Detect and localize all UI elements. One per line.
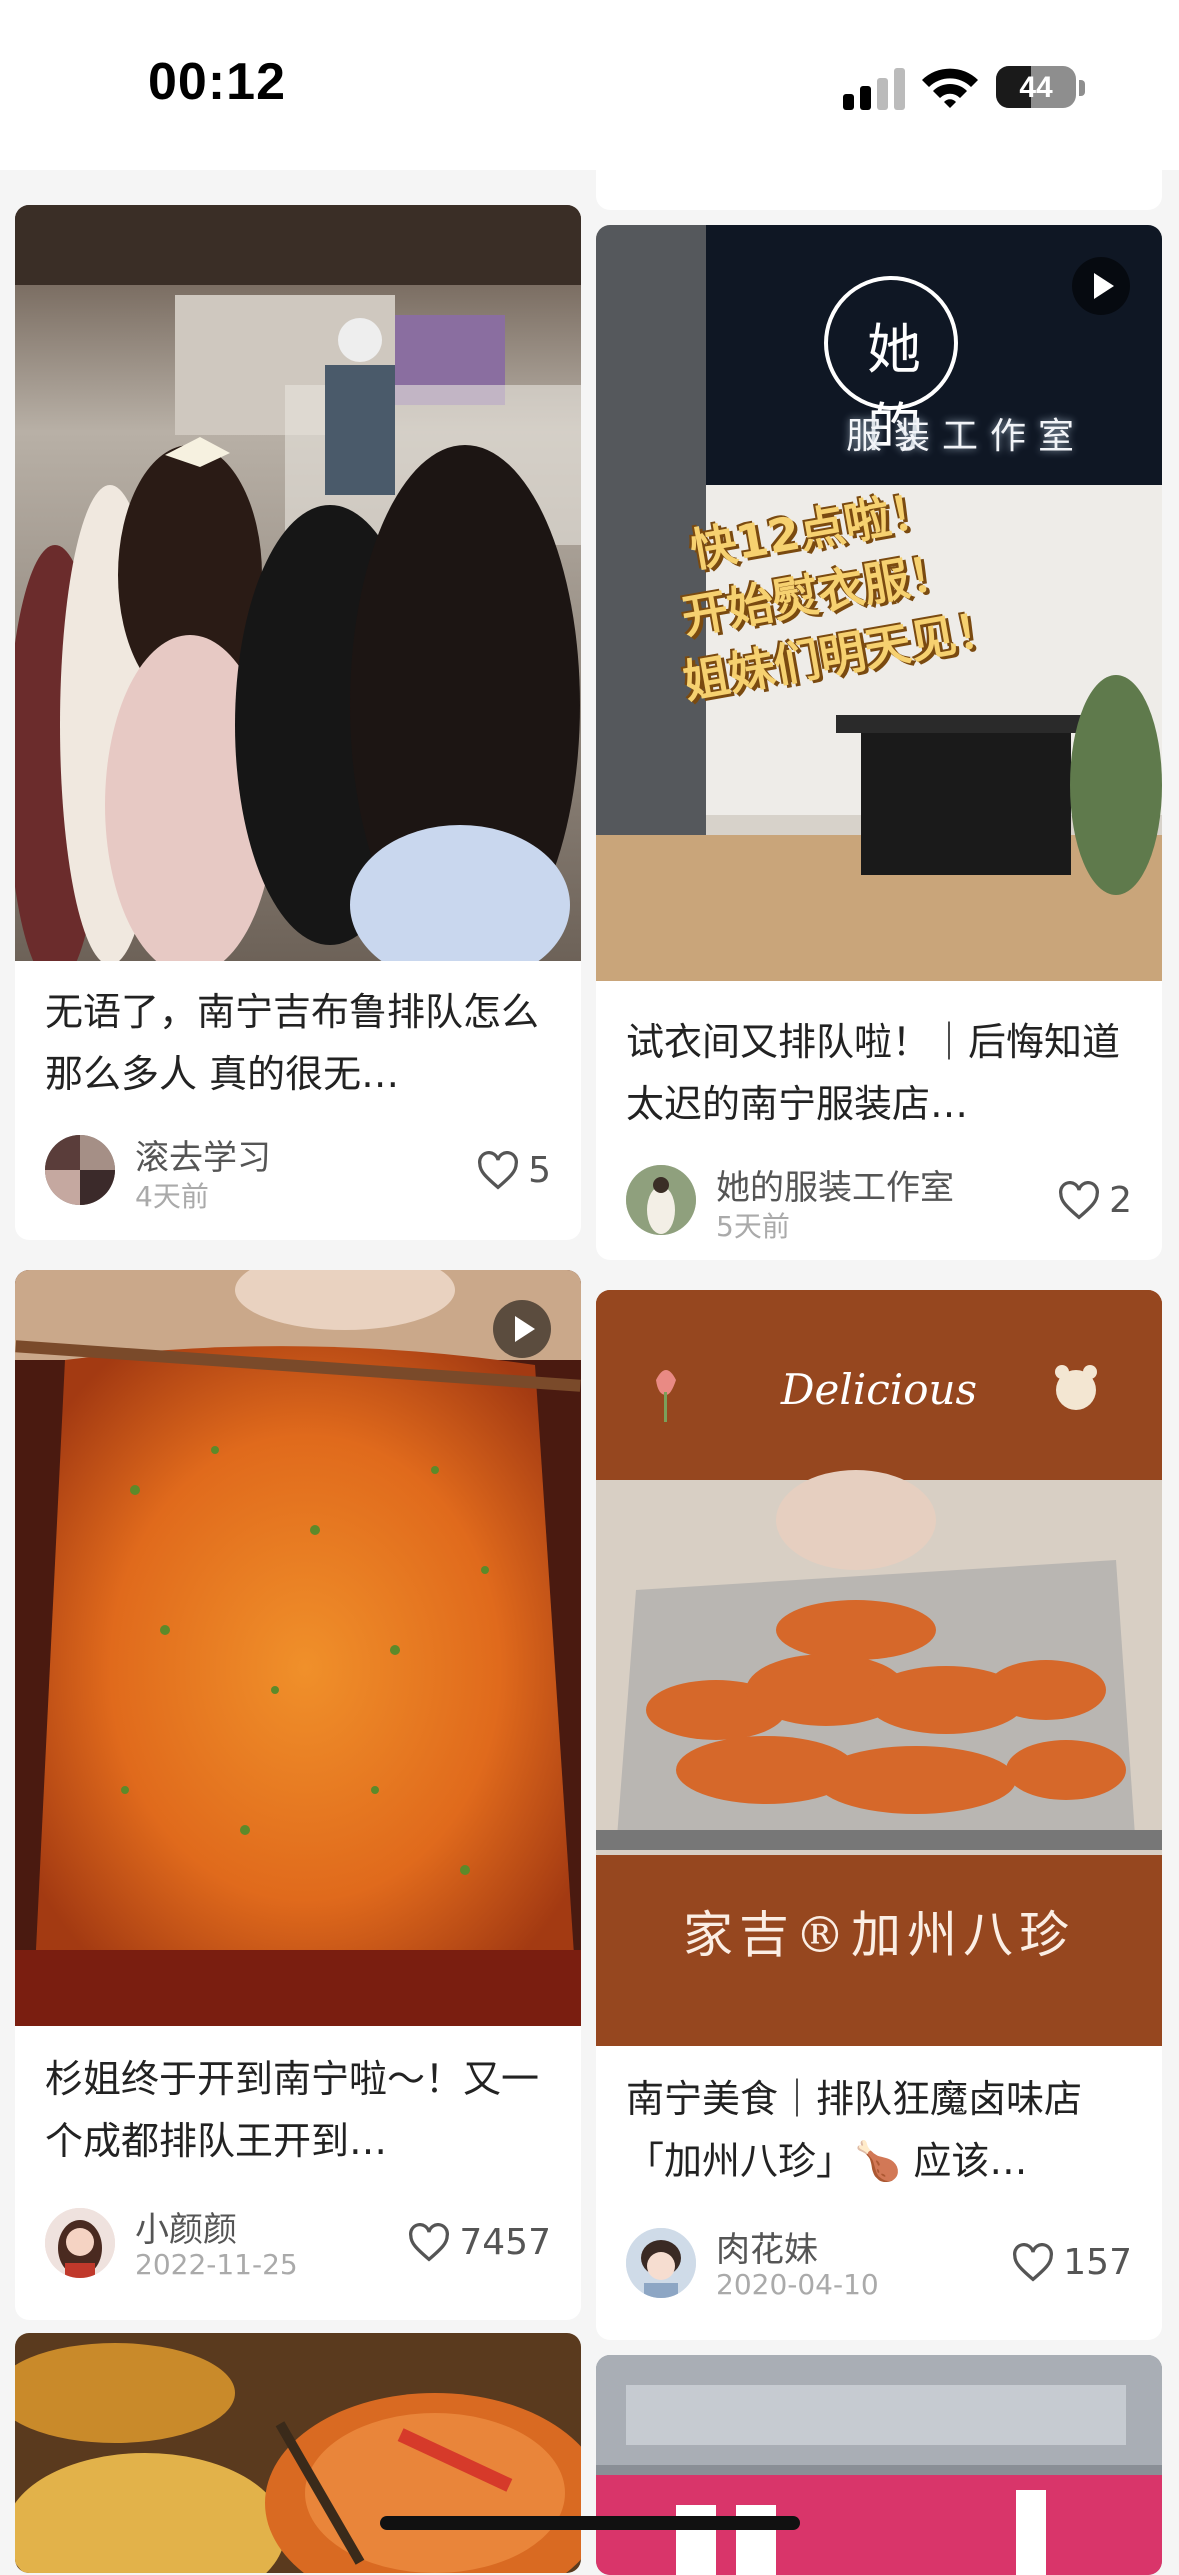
heart-icon [1059,1180,1100,1220]
card-image [15,1270,581,2026]
heart-icon [1013,2242,1054,2282]
card-title: 南宁美食｜排队狂魔卤味店「加州八珍」🍗 应该… [626,2077,1083,2183]
battery-percentage: 44 [1019,71,1053,104]
wifi-icon [922,68,978,108]
like-button[interactable]: 7457 [407,2222,551,2263]
post-date: 4天前 [135,1180,209,1213]
feed-card[interactable] [15,2333,581,2573]
card-title: 试衣间又排队啦！｜后悔知道太迟的南宁服装店… [626,1020,1121,1126]
status-time: 00:12 [148,53,286,111]
card-image: Delicious 家吉®加州八珍 [596,1290,1162,2046]
video-play-icon [493,1300,551,1358]
like-count: 157 [1063,2242,1132,2283]
author-name[interactable]: 她的服装工作室 [716,1160,954,1209]
feed-card[interactable]: 她的 服装工作室 快12点啦！ 开始熨衣服！ 姐妹们明天见！ 试衣间又排队啦！｜… [596,225,1162,1260]
author-name[interactable]: 滚去学习 [135,1130,271,1179]
feed-card[interactable]: 无语了，南宁吉布鲁排队怎么那么多人 真的很无… 滚去学习 4天前 5 [15,205,581,1240]
post-date: 2020-04-10 [716,2268,879,2301]
home-indicator[interactable] [380,2516,800,2530]
like-count: 5 [528,1150,551,1191]
battery-icon: 44 [996,66,1076,108]
heart-icon [409,2222,450,2262]
author-name[interactable]: 肉花妹 [716,2222,818,2271]
feed-card[interactable]: Delicious 家吉®加州八珍 南宁美食｜排队狂魔卤味店「加州八珍」🍗 应该… [596,1290,1162,2340]
feed-card[interactable] [596,2355,1162,2575]
author-avatar[interactable] [45,2208,115,2278]
image-header-text: Delicious [780,1365,978,1414]
card-image [596,2355,1162,2575]
post-date: 5天前 [716,1210,790,1243]
video-play-icon [1072,257,1130,315]
author-avatar[interactable] [45,1135,115,1205]
image-brand-text: 家吉®加州八珍 [683,1906,1075,1964]
store-sign: 服装工作室 [846,416,1087,457]
like-count: 2 [1109,1180,1132,1221]
feed-card[interactable]: 杉姐终于开到南宁啦～！又一个成都排队王开到… 小颜颜 2022-11-25 74… [15,1270,581,2320]
like-button[interactable]: 5 [476,1150,551,1191]
author-name[interactable]: 小颜颜 [135,2202,237,2251]
card-image [15,205,581,961]
card-image: 她的 服装工作室 快12点啦！ 开始熨衣服！ 姐妹们明天见！ [596,225,1162,981]
card-title: 无语了，南宁吉布鲁排队怎么那么多人 真的很无… [45,990,540,1096]
status-bar: 00:12 44 [0,0,1179,170]
like-button[interactable]: 157 [1011,2242,1132,2283]
cellular-signal-icon [843,68,911,110]
card-title: 杉姐终于开到南宁啦～！又一个成都排队王开到… [45,2057,540,2163]
post-date: 2022-11-25 [135,2248,298,2281]
like-button[interactable]: 2 [1057,1180,1132,1221]
author-avatar[interactable] [626,1165,696,1235]
like-count: 7457 [459,2222,551,2263]
card-image [15,2333,581,2573]
heart-icon [478,1150,519,1190]
author-avatar[interactable] [626,2228,696,2298]
